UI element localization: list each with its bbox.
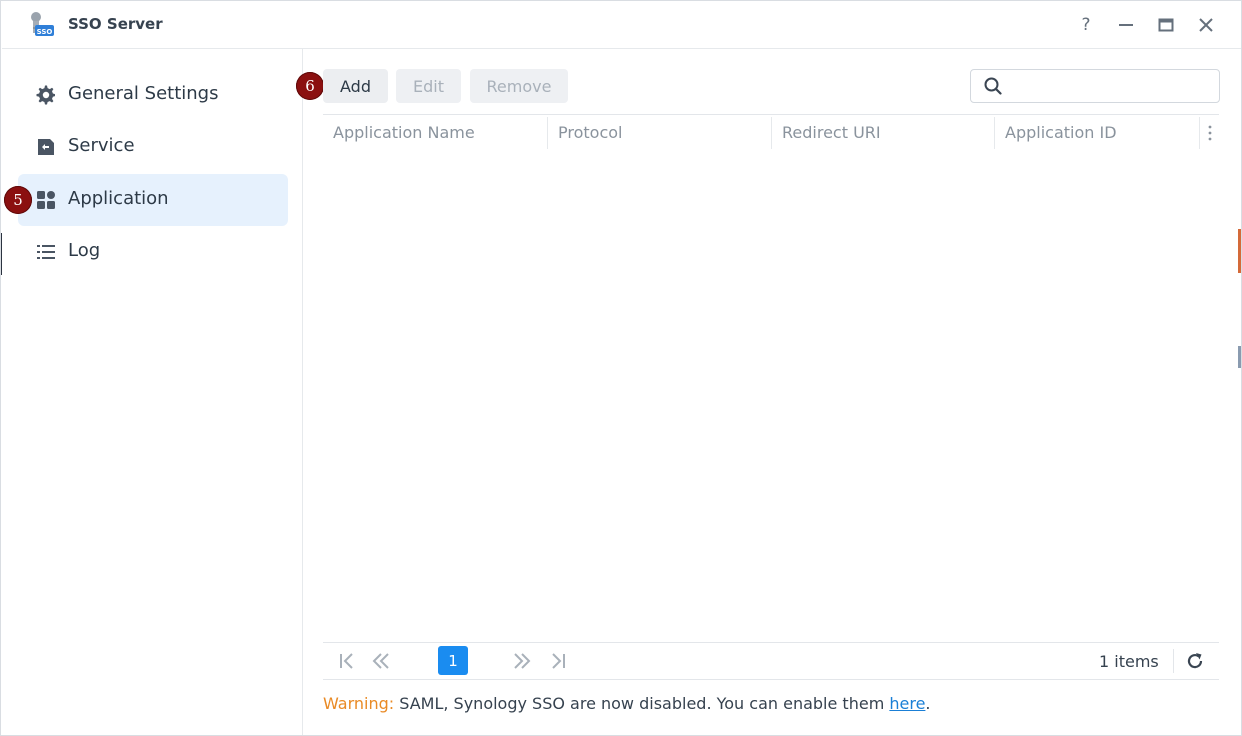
remove-button[interactable]: Remove: [470, 69, 568, 103]
warning-message: Warning: SAML, Synology SSO are now disa…: [323, 694, 931, 713]
maximize-button[interactable]: [1153, 12, 1179, 38]
sidebar-item-log[interactable]: Log: [18, 226, 288, 278]
column-header-protocol[interactable]: Protocol: [548, 115, 771, 151]
column-header-redirect-uri[interactable]: Redirect URI: [772, 115, 994, 151]
next-page-icon[interactable]: [512, 651, 532, 671]
table-header: Application Name Protocol Redirect URI A…: [323, 114, 1219, 151]
add-button[interactable]: Add: [323, 69, 388, 103]
page-number-button[interactable]: 1: [438, 646, 468, 675]
svg-text:SSO: SSO: [37, 28, 53, 36]
grid-icon: [37, 191, 55, 209]
warning-text: SAML, Synology SSO are now disabled. You…: [394, 694, 890, 713]
last-page-icon[interactable]: [548, 651, 568, 671]
title-bar: SSO SSO Server ?: [2, 2, 1241, 49]
sidebar-item-service[interactable]: Service: [18, 121, 288, 173]
previous-page-icon[interactable]: [371, 651, 391, 671]
sidebar: General Settings Service Application Log: [2, 49, 303, 735]
close-icon: [1199, 18, 1213, 32]
column-header-application-name[interactable]: Application Name: [323, 115, 547, 151]
search-icon: [984, 77, 1002, 95]
window-title: SSO Server: [68, 15, 163, 33]
minimize-icon: [1119, 24, 1133, 26]
divider: [1173, 649, 1174, 673]
sidebar-item-general-settings[interactable]: General Settings: [18, 69, 288, 121]
warning-suffix: .: [925, 694, 931, 713]
maximize-icon: [1158, 18, 1174, 32]
refresh-icon[interactable]: [1185, 651, 1205, 671]
service-icon: [38, 139, 54, 155]
sidebar-item-label: General Settings: [68, 83, 219, 104]
sidebar-item-label: Service: [68, 135, 135, 156]
close-button[interactable]: [1193, 12, 1219, 38]
search-input[interactable]: [1013, 74, 1213, 100]
sidebar-item-label: Log: [68, 240, 101, 261]
sso-server-window: SSO SSO Server ? General Settings Servic…: [0, 0, 1242, 736]
background-window-edge: [1238, 229, 1241, 273]
list-icon: [37, 245, 55, 259]
item-count: 1 items: [1099, 652, 1159, 671]
background-window-edge: [1238, 346, 1241, 368]
warning-label: Warning:: [323, 694, 395, 713]
pagination-bar: 1 1 items: [323, 642, 1219, 680]
step-marker-6: 6: [296, 72, 324, 100]
column-divider[interactable]: [1199, 117, 1200, 149]
sso-app-icon: SSO: [31, 12, 54, 36]
column-menu-icon[interactable]: [1207, 124, 1213, 142]
sidebar-item-label: Application: [68, 188, 169, 209]
first-page-icon[interactable]: [337, 651, 357, 671]
enable-here-link[interactable]: here: [889, 694, 925, 713]
minimize-button[interactable]: [1113, 12, 1139, 38]
sidebar-item-application[interactable]: Application: [18, 174, 288, 226]
edit-button[interactable]: Edit: [396, 69, 461, 103]
table-body: [323, 150, 1219, 640]
column-header-application-id[interactable]: Application ID: [995, 115, 1199, 151]
help-button[interactable]: ?: [1073, 12, 1099, 38]
help-icon: ?: [1081, 15, 1091, 35]
search-box[interactable]: [970, 69, 1220, 103]
step-marker-5: 5: [4, 186, 32, 214]
gear-icon: [36, 85, 55, 105]
